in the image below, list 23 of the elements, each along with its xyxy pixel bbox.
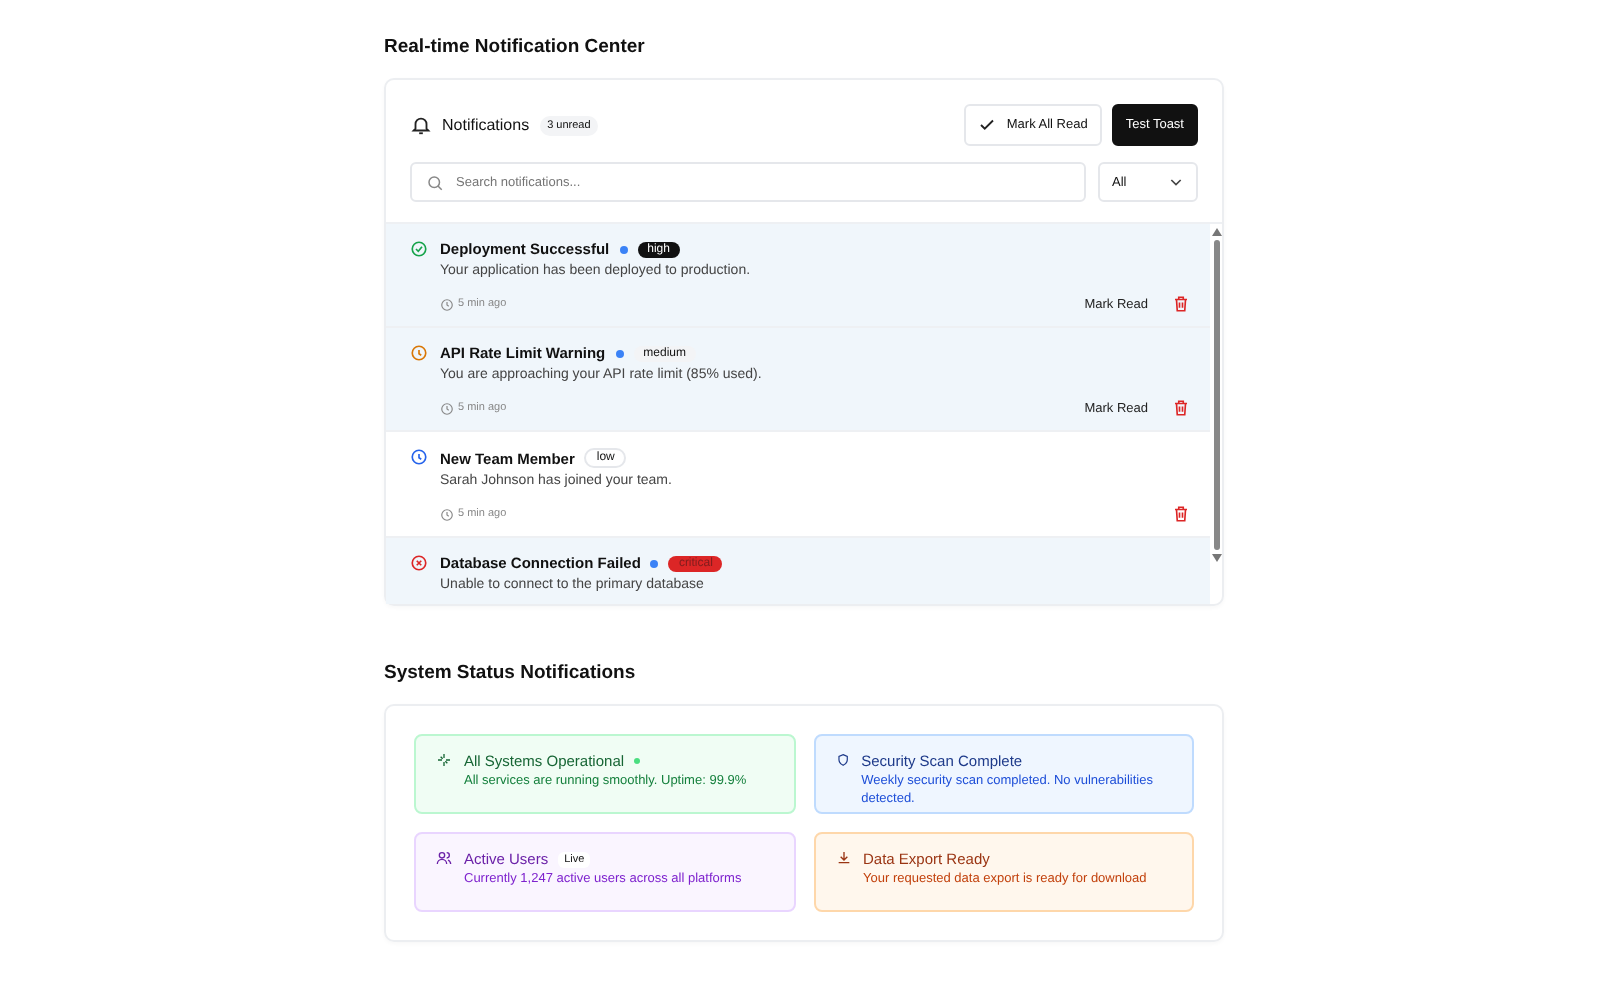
clock-circle-icon [410,448,428,466]
panel-heading: Notifications [442,116,530,134]
clock-icon [440,401,454,415]
clock-circle-icon [410,344,428,362]
users-icon [436,850,452,866]
trash-icon[interactable] [1172,504,1190,524]
check-circle-icon [410,240,428,258]
sparkle-icon [436,752,452,768]
search-icon [426,174,444,192]
clock-icon [440,507,454,521]
section-heading: System Status Notifications [384,662,638,684]
chevron-down-icon [1168,174,1184,190]
scroll-down-icon[interactable] [1211,554,1221,562]
x-circle-icon [410,554,428,572]
trash-icon[interactable] [1172,398,1190,418]
clock-icon [440,297,454,311]
shield-icon [835,752,850,768]
scroll-up-icon[interactable] [1211,228,1221,236]
check-icon [978,116,997,134]
trash-icon[interactable] [1172,294,1190,314]
download-icon [835,850,851,866]
page-title: Real-time Notification Center [384,36,647,58]
bell-icon [410,114,432,136]
